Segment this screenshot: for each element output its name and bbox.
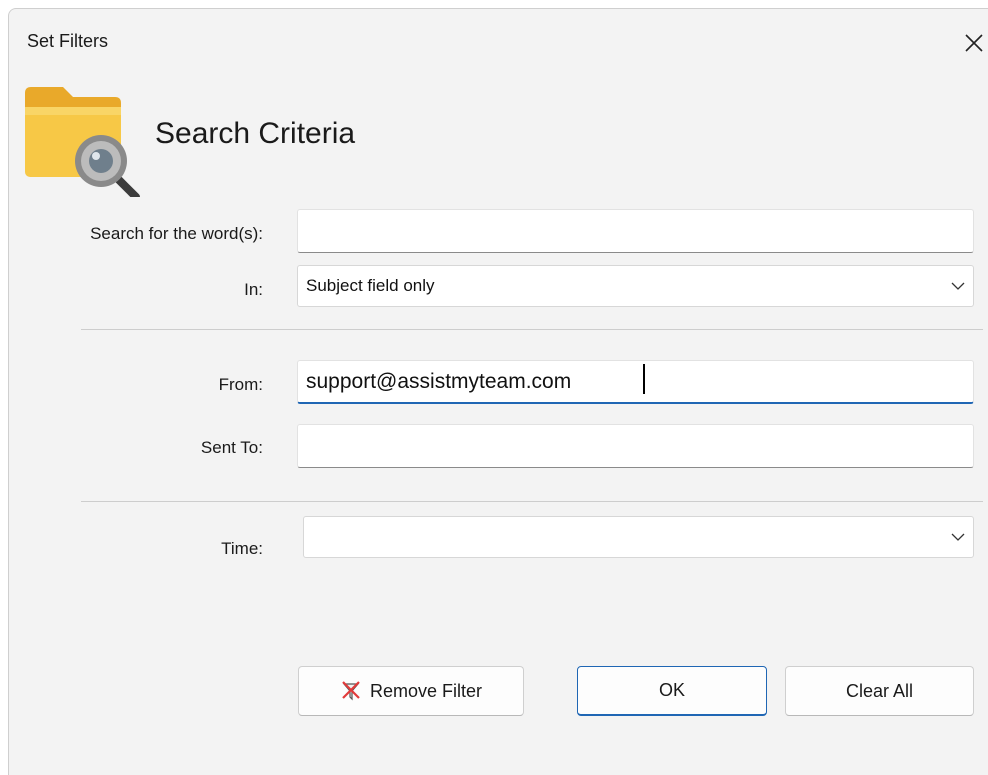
- search-label: Search for the word(s):: [90, 224, 263, 243]
- chevron-down-icon: [951, 282, 965, 290]
- remove-filter-icon: [340, 680, 362, 702]
- chevron-down-icon: [951, 533, 965, 541]
- remove-filter-label: Remove Filter: [369, 680, 483, 701]
- time-label: Time:: [221, 539, 263, 558]
- divider: [81, 329, 983, 330]
- set-filters-dialog: Set Filters Search Criteria Search for t…: [8, 8, 988, 775]
- in-select[interactable]: Subject field only: [297, 265, 974, 307]
- ok-button[interactable]: OK: [577, 666, 767, 716]
- from-input[interactable]: [297, 360, 974, 404]
- clear-all-label: Clear All: [845, 680, 914, 701]
- close-button[interactable]: [951, 23, 988, 63]
- remove-filter-button[interactable]: Remove Filter: [298, 666, 524, 716]
- sent-to-label: Sent To:: [200, 438, 263, 457]
- ok-label: OK: [658, 680, 685, 700]
- search-input[interactable]: [297, 209, 974, 253]
- in-select-value: Subject field only: [306, 276, 435, 295]
- time-select[interactable]: [303, 516, 974, 558]
- clear-all-button[interactable]: Clear All: [785, 666, 974, 716]
- from-label: From:: [218, 375, 263, 394]
- sent-to-input[interactable]: [297, 424, 974, 468]
- dialog-title: Set Filters: [27, 31, 109, 51]
- in-label: In:: [244, 280, 263, 299]
- folder-search-icon: [25, 87, 140, 197]
- divider: [81, 501, 983, 502]
- page-heading: Search Criteria: [155, 117, 356, 150]
- text-cursor: [643, 364, 645, 394]
- close-icon: [965, 34, 983, 52]
